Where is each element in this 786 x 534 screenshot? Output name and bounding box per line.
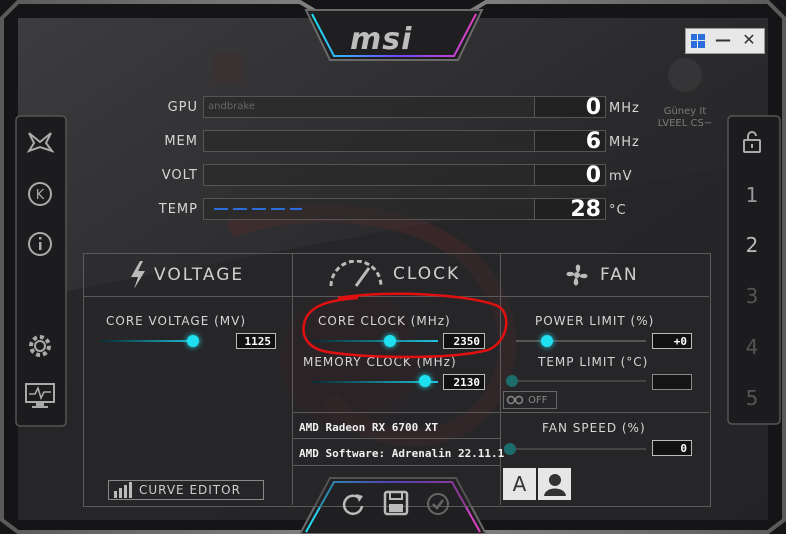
power-limit-slider-track[interactable] [516,340,646,342]
disc-desktop-icon [668,58,702,92]
temp-bar [203,198,535,220]
voltage-header: VOLTAGE [128,260,244,290]
svg-text:K: K [36,188,45,203]
mem-value: 6 [534,130,606,153]
gpu-value: 0 [534,96,606,119]
power-limit-value[interactable]: +0 [652,333,692,349]
clock-title: CLOCK [393,264,461,284]
fan-speed-slider-knob[interactable] [504,443,516,455]
close-button[interactable]: ✕ [736,29,762,53]
window-controls: — ✕ [685,28,765,54]
fan-speed-value[interactable]: 0 [652,440,692,456]
link-icon [506,395,524,405]
core-voltage-value[interactable]: 1125 [236,333,276,349]
profile-2-button[interactable]: 2 [734,233,770,257]
curve-editor-label: CURVE EDITOR [139,483,241,497]
gpu-unit: MHz [609,101,640,116]
temp-limit-label: TEMP LIMIT (°C) [538,355,649,369]
windows-icon[interactable] [686,29,710,53]
curve-editor-button[interactable]: CURVE EDITOR [108,480,264,500]
panel-divider-info2 [292,438,501,439]
core-voltage-label: CORE VOLTAGE (MV) [106,314,247,328]
gpu-label: GPU [167,100,198,115]
temp-limit-value[interactable] [652,374,692,390]
mem-label: MEM [164,134,198,149]
bar-chart-icon [114,482,132,498]
fan-link-toggle[interactable]: OFF [503,391,557,409]
app-window: msi — ✕ Güney It LVEEL CS~ GPU andbrake … [0,0,786,534]
lock-icon[interactable] [734,124,770,160]
volt-label: VOLT [161,168,198,183]
auto-fan-button[interactable]: A [503,468,536,500]
panel-divider-info3 [292,465,501,466]
volt-bar [203,164,535,186]
voltage-title: VOLTAGE [154,265,245,285]
msi-dragon-icon[interactable] [22,124,58,160]
apply-check-icon[interactable] [426,492,450,520]
driver-version: AMD Software: Adrenalin 22.11.1 [299,447,505,460]
profile-3-button[interactable]: 3 [734,284,770,308]
mem-unit: MHz [609,135,640,150]
info-icon[interactable] [22,226,58,262]
temp-unit: °C [609,203,627,218]
fan-speed-slider-track[interactable] [516,448,646,450]
handbrake-desktop-icon [210,52,246,86]
temp-limit-slider-track[interactable] [516,380,646,382]
msi-logo: msi [350,22,413,57]
fan-icon [566,264,588,286]
gauge-icon [329,260,383,287]
fan-link-label: OFF [528,394,548,406]
core-voltage-slider-knob[interactable] [187,335,200,347]
core-voltage-slider-track[interactable] [100,340,198,342]
profile-1-button[interactable]: 1 [734,183,770,207]
gpu-name: AMD Radeon RX 6700 XT [299,421,439,434]
desktop-icon-label: Güney It LVEEL CS~ [657,106,713,129]
lightning-icon [131,261,145,289]
clock-header: CLOCK [327,260,460,288]
temp-limit-slider-knob[interactable] [506,375,518,387]
mem-bar [203,130,535,152]
power-limit-label: POWER LIMIT (%) [535,314,655,328]
profile-4-button[interactable]: 4 [734,335,770,359]
gpu-bar-ghost-text: andbrake [208,101,255,112]
user-icon [543,474,566,496]
fan-speed-label: FAN SPEED (%) [542,421,646,435]
panel-divider-left [292,253,293,505]
volt-value: 0 [534,164,606,187]
kombustor-icon[interactable]: K [22,176,58,212]
panel-divider-right [500,253,501,505]
temp-value: 28 [534,198,606,221]
hardware-monitor-icon[interactable] [22,378,58,414]
temp-graph-line [214,208,302,210]
temp-label: TEMP [158,202,198,217]
reset-icon[interactable] [340,491,366,521]
minimize-button[interactable]: — [710,29,736,53]
fan-title: FAN [600,265,639,285]
gpu-bar: andbrake [203,96,535,118]
settings-gear-icon[interactable] [22,328,58,364]
panel-divider-fan [500,412,709,413]
panel-divider-info [292,412,501,413]
user-fan-button[interactable] [538,468,571,500]
fan-header: FAN [562,260,639,290]
memory-clock-value[interactable]: 2130 [443,374,485,390]
power-limit-slider-knob[interactable] [541,335,553,347]
save-icon[interactable] [383,490,409,520]
red-annotation-circle [302,292,508,359]
volt-unit: mV [609,169,633,184]
profile-5-button[interactable]: 5 [734,386,770,410]
